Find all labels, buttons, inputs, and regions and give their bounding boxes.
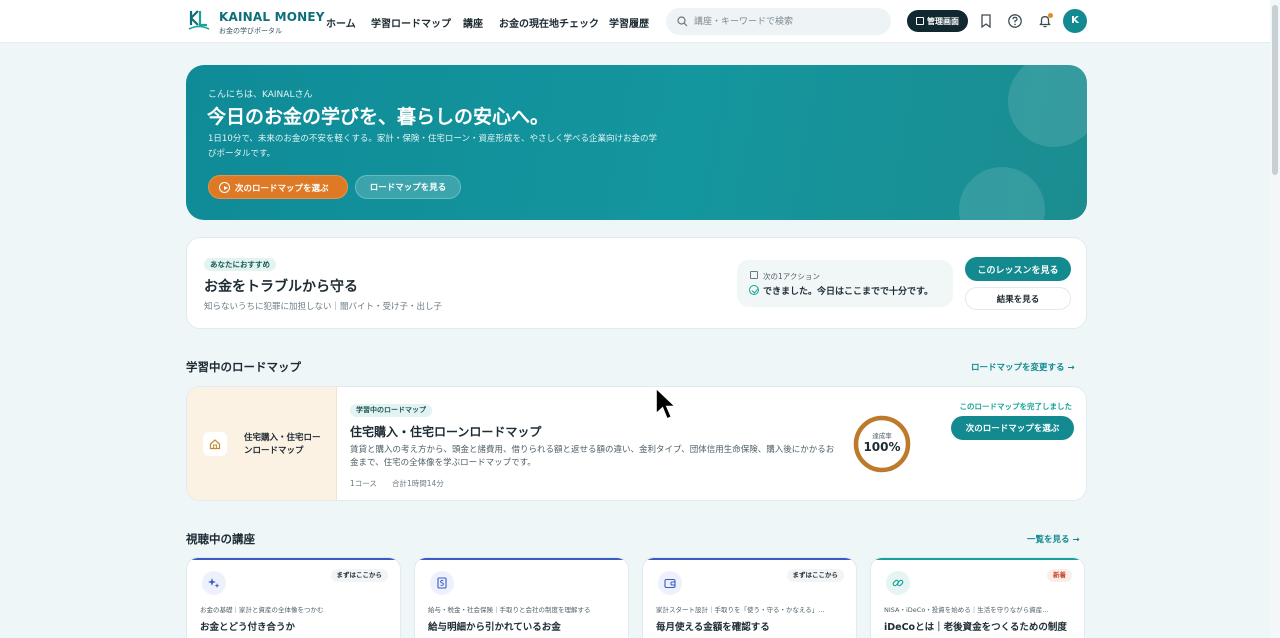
next-action-label: 次の1アクション <box>763 272 820 281</box>
course-title: 給与明細から引かれているお金 <box>428 622 561 633</box>
progress-value: 100% <box>863 440 901 454</box>
course-tag-new: 新着 <box>1047 569 1072 582</box>
roadmap-completed-text: このロードマップを完了しました <box>959 402 1073 411</box>
nav-history[interactable]: 学習履歴 <box>609 15 649 30</box>
next-action-text: できました。今日はここまでで十分です。 <box>763 287 934 297</box>
course-icon-box <box>658 571 682 595</box>
bookmark-icon[interactable] <box>977 12 995 30</box>
recommend-badge: あなたにおすすめ <box>204 258 276 271</box>
view-roadmap-button[interactable]: ロードマップを見る <box>355 175 461 199</box>
decorative-circle <box>959 167 1045 220</box>
roadmap-duration: 合計1時間14分 <box>392 479 444 488</box>
course-title: iDeCoとは｜老後資金をつくるための制度 <box>884 622 1067 633</box>
roadmap-status-badge: 学習中のロードマップ <box>350 404 432 417</box>
next-action-box: 次の1アクション できました。今日はここまでで十分です。 <box>737 260 953 307</box>
course-icon-box <box>430 571 454 595</box>
page-scrollbar[interactable] <box>1270 0 1280 638</box>
view-results-button[interactable]: 結果を見る <box>965 287 1071 310</box>
roadmap-side-title: 住宅購入・住宅ローンロードマップ <box>244 433 321 456</box>
notification-dot <box>1048 13 1053 18</box>
help-icon[interactable] <box>1006 12 1024 30</box>
courses-section-title: 視聴中の講座 <box>186 532 255 546</box>
hero-title: 今日のお金の学びを、暮らしの安心へ。 <box>207 106 550 128</box>
roadmap-title[interactable]: 住宅購入・住宅ローンロードマップ <box>350 423 541 440</box>
roadmap-card: 住宅購入・住宅ローンロードマップ 学習中のロードマップ 住宅購入・住宅ローンロー… <box>186 386 1087 501</box>
admin-label: 管理画面 <box>927 17 959 26</box>
button-label: 次のロードマップを選ぶ <box>235 184 329 194</box>
top-header: KAINAL MONEY お金の学びポータル ホーム 学習ロードマップ 講座 お… <box>0 0 1280 43</box>
nav-roadmap[interactable]: 学習ロードマップ <box>371 15 451 30</box>
course-category: 家計スタート設計｜手取りを「使う・守る・かなえる」… <box>656 606 825 614</box>
course-category: お金の基礎｜家計と資産の全体像をつかむ <box>200 606 324 614</box>
mouse-cursor-icon <box>655 386 678 421</box>
search-input[interactable] <box>694 14 884 29</box>
course-tag: まずはここから <box>786 569 844 582</box>
recommendation-card: あなたにおすすめ お金をトラブルから守る 知らないうちに犯罪に加担しない｜闇バイ… <box>186 237 1087 329</box>
select-next-roadmap-button[interactable]: 次のロードマップを選ぶ <box>951 416 1074 440</box>
scrollbar-thumb[interactable] <box>1272 5 1278 175</box>
course-icon-box <box>202 571 226 595</box>
recommendation-title[interactable]: お金をトラブルから守る <box>204 276 358 296</box>
view-lesson-button[interactable]: このレッスンを見る <box>965 257 1071 281</box>
document-icon <box>437 577 447 589</box>
wallet-icon <box>664 578 676 589</box>
hero-description: 1日10分で、未来のお金の不安を軽くする。家計・保険・住宅ローン・資産形成を、や… <box>208 134 657 159</box>
course-card[interactable]: 給与・税金・社会保険｜手取りと会社の制度を理解する 給与明細から引かれているお金 <box>414 557 629 638</box>
course-title: お金とどう付き合うか <box>200 622 296 633</box>
hero-greeting: こんにちは、KAINALさん <box>208 90 313 100</box>
course-category: 給与・税金・社会保険｜手取りと会社の制度を理解する <box>428 606 591 614</box>
recommendation-subtitle: 知らないうちに犯罪に加担しない｜闇バイト・受け子・出し子 <box>204 302 443 312</box>
link-icon <box>892 579 904 587</box>
brand-subtitle: お金の学びポータル <box>219 27 282 35</box>
course-accent-line <box>643 558 856 560</box>
choose-next-roadmap-button[interactable]: 次のロードマップを選ぶ <box>208 175 348 199</box>
course-accent-line <box>415 558 628 560</box>
course-tag: まずはここから <box>330 569 388 582</box>
house-icon-box <box>203 432 227 456</box>
kainal-logo-icon[interactable] <box>188 9 210 33</box>
course-card[interactable]: 新着 NISA・iDeCo・投資を始める｜生活を守りながら資産… iDeCoとは… <box>870 557 1085 638</box>
search-bar[interactable] <box>666 8 891 35</box>
course-card[interactable]: まずはここから お金の基礎｜家計と資産の全体像をつかむ お金とどう付き合うか <box>186 557 401 638</box>
course-title: 毎月使える金額を確認する <box>656 622 770 633</box>
house-icon <box>209 439 221 450</box>
list-icon <box>750 271 758 279</box>
view-all-courses-link[interactable]: 一覧を見る → <box>1027 533 1080 545</box>
admin-icon <box>916 17 924 25</box>
course-category: NISA・iDeCo・投資を始める｜生活を守りながら資産… <box>884 606 1049 614</box>
roadmap-course-count: 1コース <box>350 479 377 488</box>
course-accent-line <box>187 558 400 560</box>
progress-label: 達成率 <box>872 432 892 440</box>
course-card[interactable]: まずはここから 家計スタート設計｜手取りを「使う・守る・かなえる」… 毎月使える… <box>642 557 857 638</box>
change-roadmap-link[interactable]: ロードマップを変更する → <box>971 361 1075 373</box>
course-accent-line <box>871 558 1084 560</box>
sparkle-icon <box>208 578 220 588</box>
roadmap-section-title: 学習中のロードマップ <box>186 360 301 374</box>
nav-courses[interactable]: 講座 <box>463 15 483 30</box>
search-icon <box>677 16 688 27</box>
roadmap-description: 賃貸と購入の考え方から、頭金と諸費用、借りられる額と返せる額の違い、金利タイプ、… <box>350 445 835 468</box>
course-icon-box <box>886 571 910 595</box>
nav-home[interactable]: ホーム <box>326 15 356 30</box>
roadmap-side-panel[interactable]: 住宅購入・住宅ローンロードマップ <box>187 387 337 500</box>
admin-button[interactable]: 管理画面 <box>907 10 968 32</box>
check-circle-icon <box>749 285 759 295</box>
user-avatar[interactable]: K <box>1063 9 1087 33</box>
nav-money-check[interactable]: お金の現在地チェック <box>499 15 599 30</box>
play-circle-icon <box>219 182 230 193</box>
brand-name[interactable]: KAINAL MONEY <box>219 10 325 24</box>
decorative-circle <box>1008 65 1087 147</box>
